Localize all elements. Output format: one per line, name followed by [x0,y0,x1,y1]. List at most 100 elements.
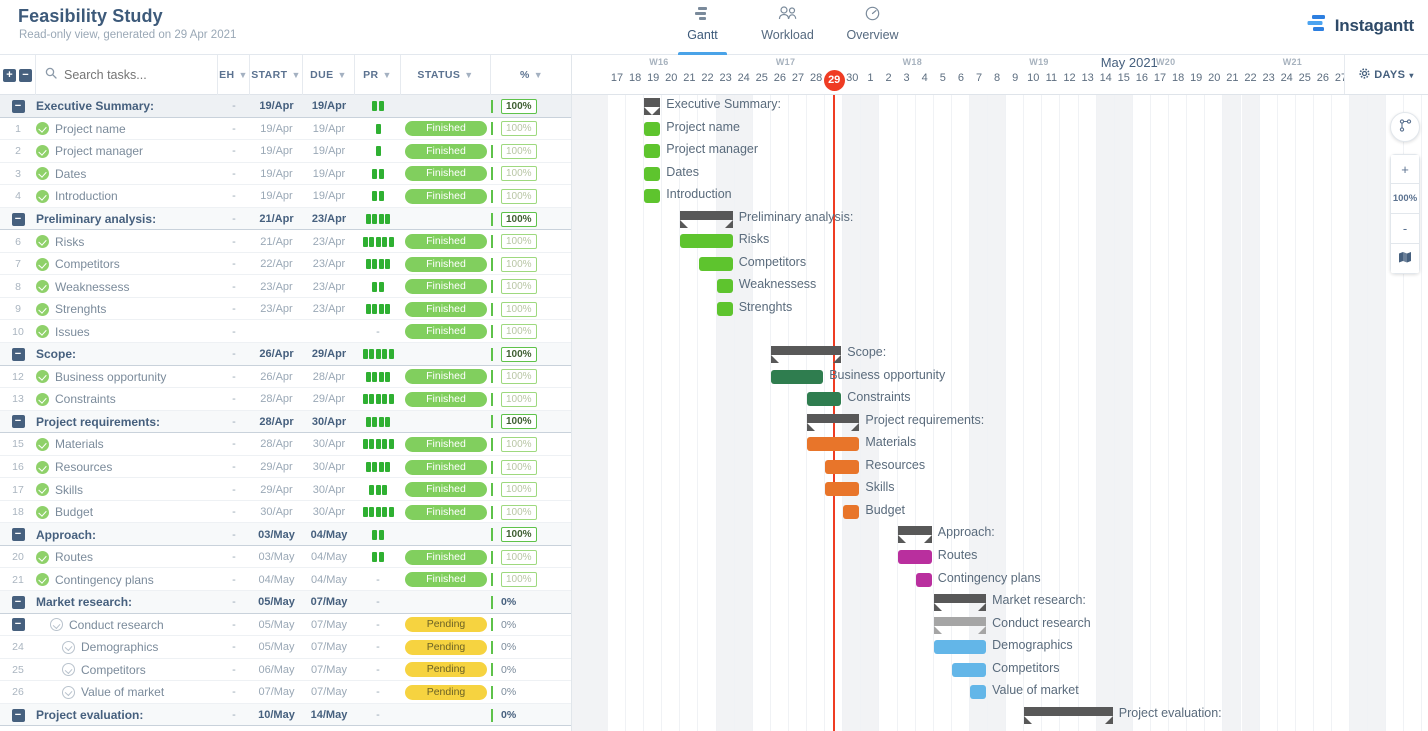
status-badge[interactable]: Finished [405,234,487,250]
priority-cell[interactable] [355,501,401,524]
estimated-hours-cell[interactable]: - [218,636,250,659]
filter-icon[interactable]: ▼ [383,70,392,80]
filter-icon[interactable]: ▼ [338,70,347,80]
progress-cell[interactable]: 100% [491,388,572,411]
gantt-summary-bar[interactable] [680,210,733,228]
start-date-cell[interactable]: 19/Apr [250,118,303,141]
priority-cell[interactable] [355,95,401,118]
status-badge[interactable]: Pending [405,639,487,655]
status-cell[interactable] [401,208,491,231]
gantt-task-bar[interactable] [951,662,987,677]
due-date-cell[interactable]: 23/Apr [303,230,355,253]
task-name-cell[interactable]: Contingency plans [36,568,218,591]
task-incomplete-check-icon[interactable] [62,640,75,654]
estimated-hours-cell[interactable]: - [218,366,250,389]
estimated-hours-cell[interactable]: - [218,456,250,479]
progress-cell[interactable]: 100% [491,433,572,456]
gantt-summary-bar[interactable] [807,413,860,431]
table-row[interactable]: 18 Budget -30/Apr 30/Apr Finished 100% [0,501,572,524]
estimated-hours-cell[interactable]: - [218,501,250,524]
start-date-cell[interactable]: 30/Apr [250,501,303,524]
filter-icon[interactable]: ▼ [239,70,248,80]
due-date-cell[interactable]: 30/Apr [303,433,355,456]
status-badge[interactable]: Finished [405,279,487,295]
start-date-cell[interactable]: 07/May [250,681,303,704]
progress-cell[interactable]: 100% [491,366,572,389]
progress-cell[interactable]: 100% [491,568,572,591]
task-complete-check-icon[interactable] [36,370,49,384]
due-date-cell[interactable]: 07/May [303,681,355,704]
start-date-cell[interactable]: 05/May [250,591,303,614]
column-header-pr[interactable]: PR ▼ [355,55,401,95]
due-date-cell[interactable]: 04/May [303,546,355,569]
status-cell[interactable] [401,343,491,366]
task-complete-check-icon[interactable] [36,325,49,339]
fit-to-screen-button[interactable] [1390,244,1420,274]
gantt-task-bar[interactable] [698,256,733,271]
table-row[interactable]: 13 Constraints -28/Apr 29/Apr Finished 100% [0,388,572,411]
estimated-hours-cell[interactable]: - [218,253,250,276]
status-badge[interactable]: Pending [405,662,487,678]
gantt-task-bar[interactable] [825,459,860,474]
due-date-cell[interactable]: 07/May [303,591,355,614]
due-date-cell[interactable]: 30/Apr [303,456,355,479]
due-date-cell[interactable]: 29/Apr [303,343,355,366]
priority-cell[interactable] [355,230,401,253]
due-date-cell[interactable]: 07/May [303,636,355,659]
estimated-hours-cell[interactable]: - [218,433,250,456]
gantt-task-bar[interactable] [915,572,932,587]
priority-cell[interactable] [355,546,401,569]
status-cell[interactable]: Finished [401,478,491,501]
status-cell[interactable] [401,523,491,546]
due-date-cell[interactable]: 23/Apr [303,275,355,298]
due-date-cell[interactable]: 29/Apr [303,388,355,411]
priority-cell[interactable] [355,163,401,186]
gantt-summary-bar[interactable] [933,616,987,634]
status-cell[interactable]: Finished [401,298,491,321]
task-complete-check-icon[interactable] [36,550,49,564]
task-name-cell[interactable]: Resources [36,456,218,479]
status-cell[interactable]: Finished [401,568,491,591]
table-row[interactable]: 15 Materials -28/Apr 30/Apr Finished 100% [0,433,572,456]
priority-cell[interactable]: - [355,320,401,343]
progress-cell[interactable]: 100% [491,208,572,231]
status-cell[interactable]: Pending [401,659,491,682]
gantt-task-bar[interactable] [644,144,661,159]
task-name-cell[interactable]: Approach: [36,523,218,546]
task-name-cell[interactable]: Risks [36,230,218,253]
estimated-hours-cell[interactable]: - [218,523,250,546]
priority-cell[interactable] [355,366,401,389]
status-cell[interactable]: Finished [401,230,491,253]
priority-cell[interactable] [355,388,401,411]
estimated-hours-cell[interactable]: - [218,614,250,637]
progress-cell[interactable]: 100% [491,298,572,321]
collapse-icon[interactable]: − [11,415,25,429]
priority-cell[interactable]: - [355,614,401,637]
task-complete-check-icon[interactable] [36,573,49,587]
task-name-cell[interactable]: Conduct research [36,614,218,637]
progress-cell[interactable]: 100% [491,253,572,276]
progress-cell[interactable]: 100% [491,140,572,163]
due-date-cell[interactable]: 19/Apr [303,163,355,186]
collapse-icon[interactable]: − [11,618,25,632]
table-row[interactable]: − Project evaluation: -10/May 14/May -0% [0,703,572,727]
status-badge[interactable]: Finished [405,436,487,452]
due-date-cell[interactable] [303,320,355,343]
priority-cell[interactable]: - [355,704,401,727]
start-date-cell[interactable]: 22/Apr [250,253,303,276]
gantt-chart-canvas[interactable]: Executive Summary: Project name Project ma… [572,95,1428,731]
start-date-cell[interactable]: 05/May [250,614,303,637]
priority-cell[interactable] [355,118,401,141]
priority-cell[interactable] [355,478,401,501]
progress-cell[interactable]: 100% [491,343,572,366]
column-header-eh[interactable]: EH ▼ [218,55,250,95]
gantt-task-bar[interactable] [680,234,733,249]
start-date-cell[interactable]: 28/Apr [250,433,303,456]
priority-cell[interactable] [355,275,401,298]
priority-cell[interactable]: - [355,568,401,591]
start-date-cell[interactable]: 19/Apr [250,140,303,163]
status-badge[interactable]: Finished [405,391,487,407]
table-row[interactable]: 17 Skills -29/Apr 30/Apr Finished 100% [0,478,572,501]
task-complete-check-icon[interactable] [36,280,49,294]
collapse-icon[interactable]: − [11,347,25,361]
